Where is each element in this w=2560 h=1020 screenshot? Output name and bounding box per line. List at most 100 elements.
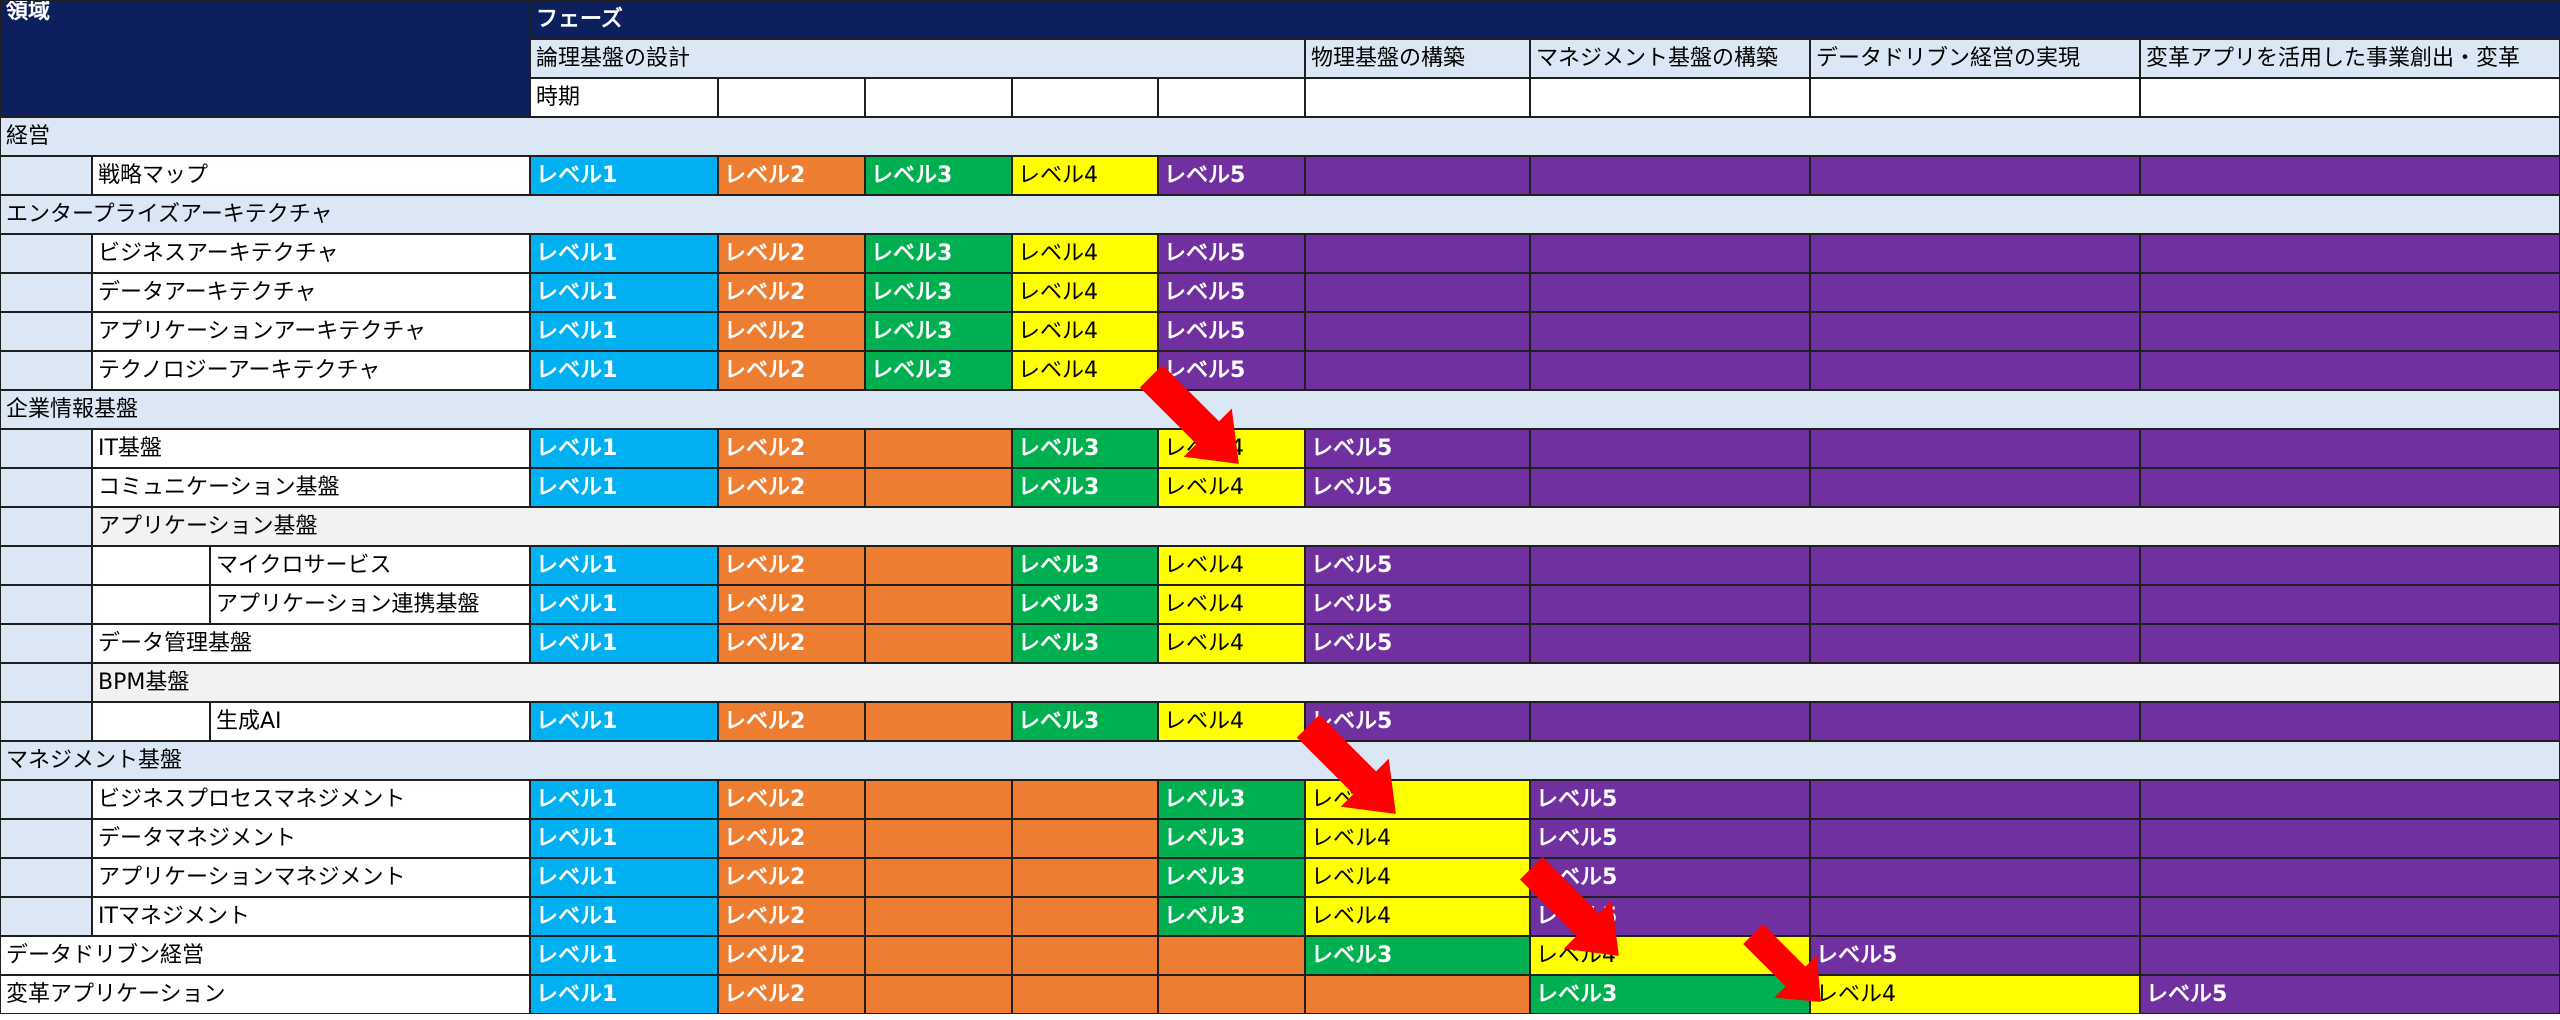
indent-cell xyxy=(0,429,92,468)
fill-cell xyxy=(1530,546,1810,585)
fill-cell xyxy=(1810,156,2140,195)
level-5-cell: レベル5 xyxy=(1158,312,1305,351)
fill-cell xyxy=(1530,702,1810,741)
time-cell xyxy=(1158,78,1305,117)
fill-cell xyxy=(1305,312,1530,351)
level-2-cell: レベル2 xyxy=(718,468,865,507)
fill-cell xyxy=(1305,156,1530,195)
section-header: 経営 xyxy=(0,117,2560,156)
level-3-cell: レベル3 xyxy=(1012,702,1158,741)
row-label: アプリケーション連携基盤 xyxy=(210,585,530,624)
level-4-cell: レベル4 xyxy=(1305,858,1530,897)
phase-physical-build: 物理基盤の構築 xyxy=(1305,39,1530,78)
fill-cell xyxy=(2140,156,2560,195)
row-label: データマネジメント xyxy=(92,819,530,858)
indent-cell xyxy=(0,702,92,741)
fill-cell xyxy=(2140,351,2560,390)
fill-cell xyxy=(1012,936,1158,975)
fill-cell xyxy=(865,546,1012,585)
level-1-cell: レベル1 xyxy=(530,468,718,507)
fill-cell xyxy=(1158,975,1305,1014)
row-label: コミュニケーション基盤 xyxy=(92,468,530,507)
fill-cell xyxy=(1305,351,1530,390)
level-3-cell: レベル3 xyxy=(865,312,1012,351)
section-header: エンタープライズアーキテクチャ xyxy=(0,195,2560,234)
indent-cell xyxy=(0,312,92,351)
fill-cell xyxy=(1810,624,2140,663)
level-1-cell: レベル1 xyxy=(530,585,718,624)
level-4-cell: レベル4 xyxy=(1012,156,1158,195)
level-2-cell: レベル2 xyxy=(718,624,865,663)
row-label: データ管理基盤 xyxy=(92,624,530,663)
phase-transformation-app: 変革アプリを活用した事業創出・変革 xyxy=(2140,39,2560,78)
level-2-cell: レベル2 xyxy=(718,819,865,858)
level-3-cell: レベル3 xyxy=(1305,936,1530,975)
level-4-cell: レベル4 xyxy=(1810,975,2140,1014)
time-cell xyxy=(865,78,1012,117)
level-3-cell: レベル3 xyxy=(865,351,1012,390)
time-cell xyxy=(1530,78,1810,117)
row-label: ビジネスアーキテクチャ xyxy=(92,234,530,273)
fill-cell xyxy=(1012,897,1158,936)
level-3-cell: レベル3 xyxy=(1158,780,1305,819)
fill-cell xyxy=(1810,897,2140,936)
fill-cell xyxy=(1810,429,2140,468)
fill-cell xyxy=(2140,702,2560,741)
level-4-cell: レベル4 xyxy=(1530,936,1810,975)
level-2-cell: レベル2 xyxy=(718,702,865,741)
time-cell xyxy=(2140,78,2560,117)
fill-cell xyxy=(1810,546,2140,585)
fill-cell xyxy=(865,858,1012,897)
fill-cell xyxy=(1810,819,2140,858)
phase-logical-design: 論理基盤の設計 xyxy=(530,39,1305,78)
level-3-cell: レベル3 xyxy=(1158,858,1305,897)
fill-cell xyxy=(865,468,1012,507)
level-2-cell: レベル2 xyxy=(718,234,865,273)
fill-cell xyxy=(1530,624,1810,663)
indent-cell xyxy=(0,546,92,585)
fill-cell xyxy=(1530,273,1810,312)
row-label: データドリブン経営 xyxy=(0,936,530,975)
indent-cell xyxy=(0,156,92,195)
level-2-cell: レベル2 xyxy=(718,780,865,819)
fill-cell xyxy=(865,624,1012,663)
row-label: アプリケーションアーキテクチャ xyxy=(92,312,530,351)
row-label: マイクロサービス xyxy=(210,546,530,585)
subsection-header: BPM基盤 xyxy=(92,663,2560,702)
phase-management-build: マネジメント基盤の構築 xyxy=(1530,39,1810,78)
level-2-cell: レベル2 xyxy=(718,156,865,195)
level-3-cell: レベル3 xyxy=(1012,546,1158,585)
fill-cell xyxy=(1530,312,1810,351)
fill-cell xyxy=(865,702,1012,741)
time-label: 時期 xyxy=(530,78,718,117)
level-5-cell: レベル5 xyxy=(1305,702,1530,741)
level-4-cell: レベル4 xyxy=(1158,624,1305,663)
level-2-cell: レベル2 xyxy=(718,897,865,936)
indent-cell xyxy=(0,819,92,858)
level-5-cell: レベル5 xyxy=(1158,351,1305,390)
level-5-cell: レベル5 xyxy=(1158,156,1305,195)
level-4-cell: レベル4 xyxy=(1158,429,1305,468)
fill-cell xyxy=(1530,156,1810,195)
indent-cell xyxy=(0,663,92,702)
level-5-cell: レベル5 xyxy=(1305,468,1530,507)
fill-cell xyxy=(1305,273,1530,312)
fill-cell xyxy=(1810,273,2140,312)
fill-cell xyxy=(2140,429,2560,468)
level-1-cell: レベル1 xyxy=(530,858,718,897)
fill-cell xyxy=(2140,312,2560,351)
fill-cell xyxy=(1530,234,1810,273)
level-1-cell: レベル1 xyxy=(530,780,718,819)
fill-cell xyxy=(2140,936,2560,975)
fill-cell xyxy=(1012,858,1158,897)
level-5-cell: レベル5 xyxy=(1530,780,1810,819)
fill-cell xyxy=(1305,234,1530,273)
section-header: 企業情報基盤 xyxy=(0,390,2560,429)
fill-cell xyxy=(2140,234,2560,273)
fill-cell xyxy=(2140,819,2560,858)
level-5-cell: レベル5 xyxy=(1305,585,1530,624)
fill-cell xyxy=(865,780,1012,819)
indent-cell xyxy=(0,273,92,312)
fill-cell xyxy=(865,819,1012,858)
level-2-cell: レベル2 xyxy=(718,858,865,897)
